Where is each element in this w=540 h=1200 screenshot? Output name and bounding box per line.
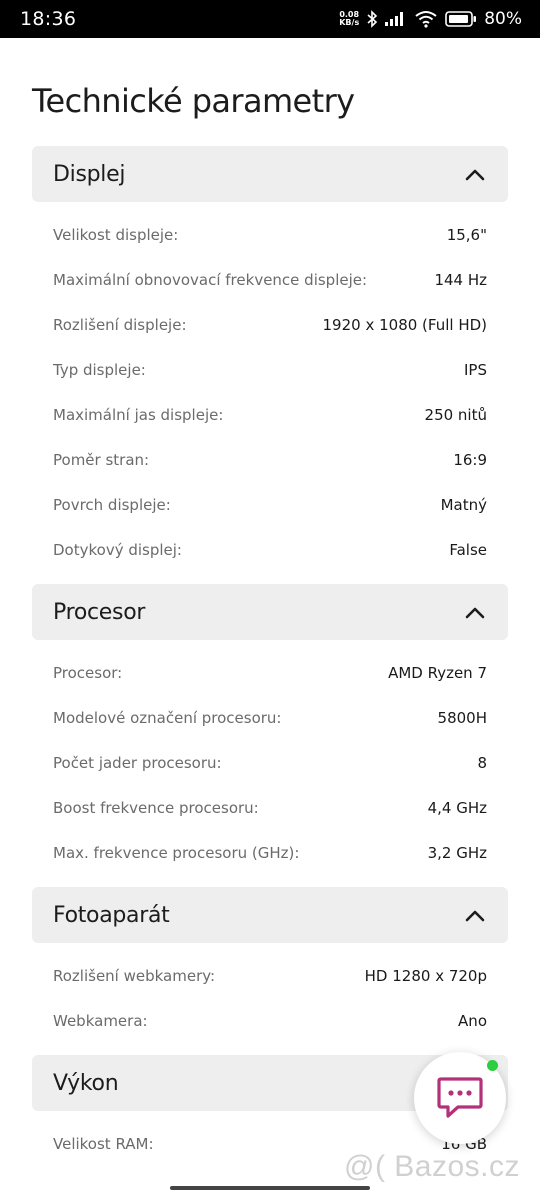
spec-value: AMD Ryzen 7: [388, 664, 487, 682]
spec-label: Rozlišení webkamery:: [53, 967, 216, 985]
spec-value: 4,4 GHz: [427, 799, 487, 817]
section-title: Procesor: [53, 599, 146, 625]
spec-value: 15,6": [446, 226, 487, 244]
spec-value: 3,2 GHz: [427, 844, 487, 862]
section-title: Fotoaparát: [53, 902, 170, 928]
spec-label: Poměr stran:: [53, 451, 150, 469]
spec-label: Procesor:: [53, 664, 123, 682]
network-speed-unit: KB/s: [339, 18, 360, 27]
spec-value: Matný: [440, 496, 487, 514]
spec-value: 144 Hz: [434, 271, 487, 289]
spec-row: Dotykový displej: False: [53, 538, 487, 562]
battery-icon: [445, 11, 477, 27]
spec-row: Max. frekvence procesoru (GHz): 3,2 GHz: [53, 841, 487, 865]
spec-value: HD 1280 x 720p: [364, 967, 487, 985]
wifi-icon: [415, 11, 437, 28]
spec-label: Počet jader procesoru:: [53, 754, 222, 772]
spec-row: Maximální obnovovací frekvence displeje:…: [53, 268, 487, 292]
spec-value: 16:9: [453, 451, 487, 469]
spec-row: Procesor: AMD Ryzen 7: [53, 661, 487, 685]
spec-value: IPS: [464, 361, 487, 379]
status-bar: 18:36 0.08 KB/s 80%: [0, 0, 540, 38]
spec-row: Maximální jas displeje: 250 nitů: [53, 403, 487, 427]
spec-value: 250 nitů: [424, 406, 487, 424]
spec-label: Max. frekvence procesoru (GHz):: [53, 844, 300, 862]
section-header-fotoaparat[interactable]: Fotoaparát: [32, 887, 508, 943]
spec-value: False: [449, 541, 487, 559]
spec-label: Rozlišení displeje:: [53, 316, 187, 334]
spec-row: Typ displeje: IPS: [53, 358, 487, 382]
home-indicator[interactable]: [170, 1186, 370, 1190]
bluetooth-icon: [367, 10, 378, 28]
spec-row: Modelové označení procesoru: 5800H: [53, 706, 487, 730]
page-title: Technické parametry: [32, 82, 355, 120]
chevron-up-icon: [465, 607, 485, 619]
watermark: @( Bazos.cz: [344, 1150, 520, 1183]
spec-row: Povrch displeje: Matný: [53, 493, 487, 517]
spec-row: Počet jader procesoru: 8: [53, 751, 487, 775]
spec-label: Dotykový displej:: [53, 541, 182, 559]
section-title: Displej: [53, 161, 126, 187]
spec-label: Velikost RAM:: [53, 1135, 154, 1153]
spec-value: Ano: [458, 1012, 487, 1030]
section-title: Výkon: [53, 1070, 119, 1096]
spec-label: Typ displeje:: [53, 361, 146, 379]
section-header-procesor[interactable]: Procesor: [32, 584, 508, 640]
spec-row: Rozlišení displeje: 1920 x 1080 (Full HD…: [53, 313, 487, 337]
spec-label: Maximální jas displeje:: [53, 406, 224, 424]
spec-row: Rozlišení webkamery: HD 1280 x 720p: [53, 964, 487, 988]
chat-bubble-icon: [437, 1077, 483, 1118]
spec-label: Webkamera:: [53, 1012, 148, 1030]
spec-row: Poměr stran: 16:9: [53, 448, 487, 472]
page: Technické parametry Displej Velikost dis…: [0, 38, 540, 1200]
spec-label: Boost frekvence procesoru:: [53, 799, 259, 817]
status-time: 18:36: [20, 8, 77, 30]
battery-percent: 80%: [484, 9, 522, 29]
spec-value: 8: [477, 754, 487, 772]
spec-label: Povrch displeje:: [53, 496, 171, 514]
signal-icon: [385, 12, 404, 26]
spec-value: 5800H: [437, 709, 487, 727]
network-speed: 0.08 KB/s: [339, 11, 359, 27]
chevron-up-icon: [465, 910, 485, 922]
spec-label: Velikost displeje:: [53, 226, 179, 244]
chevron-up-icon: [465, 169, 485, 181]
online-status-dot: [487, 1060, 498, 1071]
spec-label: Modelové označení procesoru:: [53, 709, 282, 727]
spec-row: Webkamera: Ano: [53, 1009, 487, 1033]
section-header-displej[interactable]: Displej: [32, 146, 508, 202]
spec-value: 1920 x 1080 (Full HD): [322, 316, 487, 334]
spec-row: Boost frekvence procesoru: 4,4 GHz: [53, 796, 487, 820]
spec-label: Maximální obnovovací frekvence displeje:: [53, 271, 368, 289]
status-icons: 0.08 KB/s 80%: [339, 9, 522, 29]
spec-row: Velikost displeje: 15,6": [53, 223, 487, 247]
